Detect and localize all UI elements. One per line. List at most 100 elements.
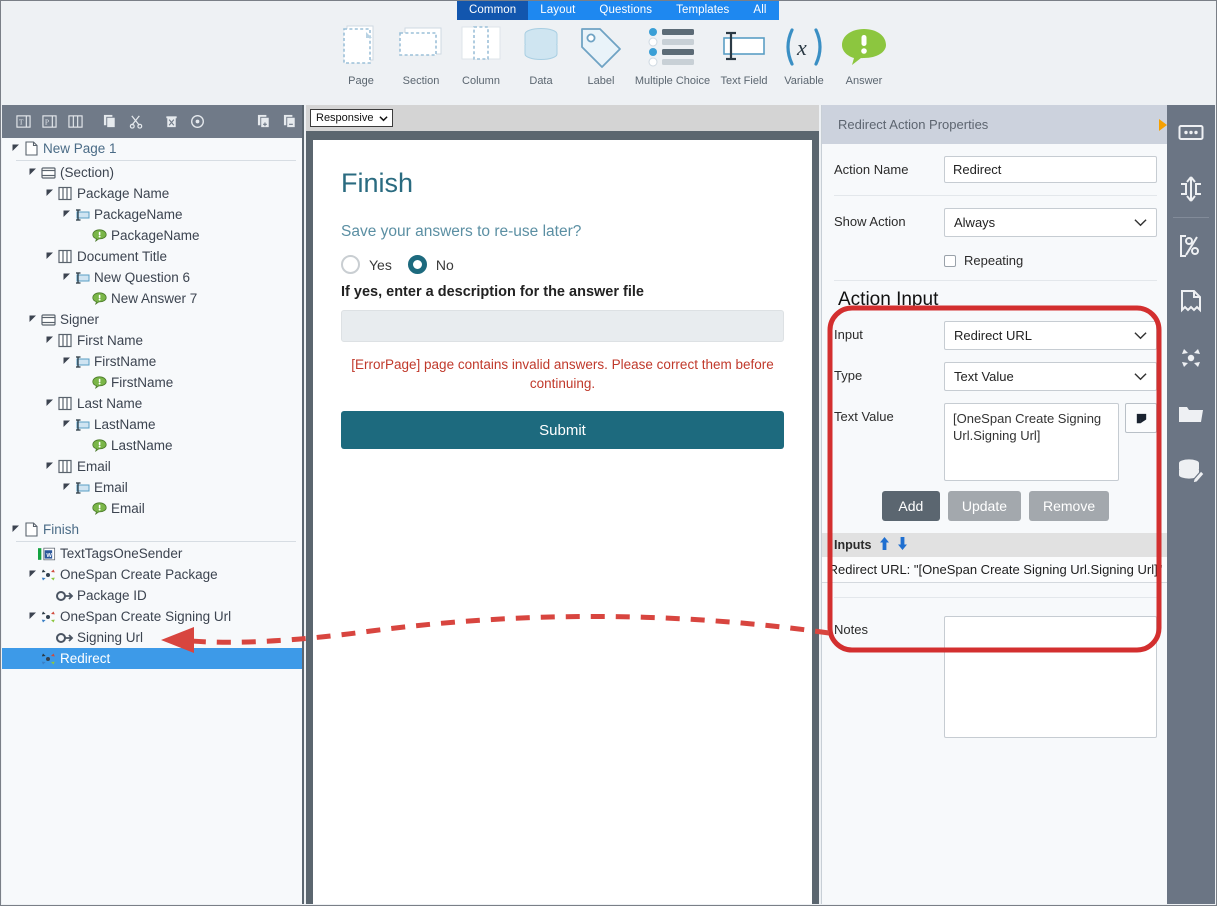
properties-panel-icon[interactable]: [1167, 105, 1215, 161]
info-icon[interactable]: [186, 111, 208, 133]
radio-no[interactable]: [407, 255, 427, 274]
tree-node[interactable]: W TextTagsOneSender: [2, 543, 302, 564]
notes-textarea[interactable]: [944, 616, 1157, 738]
update-button[interactable]: Update: [947, 491, 1021, 521]
input-select[interactable]: Redirect URL: [944, 321, 1157, 350]
ribbon-tab-questions[interactable]: Questions: [587, 1, 664, 20]
expand-collapse-caret-icon[interactable]: [27, 570, 38, 580]
tree-node[interactable]: New Question 6: [2, 267, 302, 288]
inputs-list[interactable]: Redirect URL: "[OneSpan Create Signing U…: [822, 557, 1169, 583]
tree-node[interactable]: Signing Url: [2, 627, 302, 648]
repeating-checkbox[interactable]: [944, 254, 956, 267]
ribbon-item-multiple-choice[interactable]: Multiple Choice: [631, 21, 714, 87]
expand-collapse-caret-icon[interactable]: [61, 483, 72, 493]
ribbon-tab-templates[interactable]: Templates: [664, 1, 741, 20]
submit-button[interactable]: Submit: [341, 411, 784, 449]
tree-node[interactable]: First Name: [2, 330, 302, 351]
input-label: Input: [834, 327, 863, 342]
tree-node[interactable]: PackageName: [2, 225, 302, 246]
action-name-input[interactable]: Redirect: [944, 156, 1157, 183]
expand-collapse-caret-icon[interactable]: [61, 420, 72, 430]
expand-collapse-caret-icon[interactable]: [61, 210, 72, 220]
type-select[interactable]: Text Value: [944, 362, 1157, 391]
variable-icon: x: [780, 21, 828, 73]
tree-node[interactable]: FirstName: [2, 351, 302, 372]
ribbon-item-data[interactable]: Data: [511, 21, 571, 87]
ribbon-item-label[interactable]: Label: [571, 21, 631, 87]
add-button[interactable]: Add: [881, 491, 940, 521]
tree-node[interactable]: Package Name: [2, 183, 302, 204]
tree-node[interactable]: Package ID: [2, 585, 302, 606]
expand-collapse-caret-icon[interactable]: [10, 144, 21, 154]
code-percent-icon[interactable]: [1167, 218, 1215, 274]
save-answers-radio-group[interactable]: Yes No: [341, 255, 784, 274]
expand-collapse-caret-icon[interactable]: [10, 525, 21, 535]
expand-collapse-caret-icon[interactable]: [27, 315, 38, 325]
tree-node[interactable]: LastName: [2, 435, 302, 456]
arrow-up-icon[interactable]: [879, 536, 890, 554]
tree-node[interactable]: Email: [2, 498, 302, 519]
device-mode-value: Responsive: [316, 112, 374, 124]
expand-collapse-caret-icon[interactable]: [44, 462, 55, 472]
expand-collapse-caret-icon[interactable]: [44, 399, 55, 409]
expand-collapse-caret-icon[interactable]: [27, 168, 38, 178]
inputs-list-item[interactable]: Redirect URL: "[OneSpan Create Signing U…: [822, 557, 1169, 583]
element-tree[interactable]: New Page 1 (Section) Package Name PackageNa…: [2, 138, 302, 904]
tree-node[interactable]: Finish: [2, 519, 302, 540]
tree-node[interactable]: (Section): [2, 162, 302, 183]
data-edit-icon[interactable]: [1167, 442, 1215, 498]
panel-collapse-caret[interactable]: [1159, 119, 1167, 131]
device-mode-select[interactable]: Responsive: [310, 109, 394, 127]
repeating-row[interactable]: Repeating: [822, 249, 1169, 280]
description-input[interactable]: [341, 310, 784, 342]
tree-node[interactable]: Document Title: [2, 246, 302, 267]
expand-collapse-caret-icon[interactable]: [44, 252, 55, 262]
cut-icon[interactable]: [125, 111, 147, 133]
tree-node[interactable]: Email: [2, 456, 302, 477]
actions-icon[interactable]: [1167, 330, 1215, 386]
ribbon-tab-common[interactable]: Common: [457, 1, 529, 20]
ribbon-item-column[interactable]: Column: [451, 21, 511, 87]
tree-node[interactable]: PackageName: [2, 204, 302, 225]
ribbon-item-page[interactable]: Page: [331, 21, 391, 87]
expand-collapse-caret-icon[interactable]: [27, 612, 38, 622]
ribbon-tab-layout[interactable]: Layout: [528, 1, 587, 20]
delete-icon[interactable]: [160, 111, 182, 133]
ribbon-item-variable[interactable]: x Variable: [774, 21, 834, 87]
document-icon[interactable]: [1167, 274, 1215, 330]
text-value-textarea[interactable]: [OneSpan Create Signing Url.Signing Url]: [944, 403, 1119, 481]
radio-yes[interactable]: [341, 255, 360, 274]
tree-node[interactable]: Redirect: [2, 648, 302, 669]
ribbon-tab-all[interactable]: All: [741, 1, 778, 20]
expand-collapse-caret-icon[interactable]: [61, 357, 72, 367]
expand-collapse-caret-icon[interactable]: [44, 189, 55, 199]
ribbon-item-section[interactable]: Section: [391, 21, 451, 87]
tree-node[interactable]: Email: [2, 477, 302, 498]
tree-node[interactable]: OneSpan Create Signing Url: [2, 606, 302, 627]
tree-node[interactable]: Signer: [2, 309, 302, 330]
arrow-down-icon[interactable]: [897, 536, 908, 554]
expand-all-icon[interactable]: [254, 111, 276, 133]
rules-icon[interactable]: [1167, 161, 1215, 217]
tree-node[interactable]: LastName: [2, 414, 302, 435]
ribbon-item-text-field[interactable]: Text Field: [714, 21, 774, 87]
copy-icon[interactable]: [99, 111, 121, 133]
table-layout-icon[interactable]: T: [12, 111, 34, 133]
tree-node[interactable]: Last Name: [2, 393, 302, 414]
columns-layout-icon[interactable]: [64, 111, 86, 133]
tree-node[interactable]: New Answer 7: [2, 288, 302, 309]
expand-collapse-caret-icon[interactable]: [61, 273, 72, 283]
tree-node[interactable]: New Page 1: [2, 138, 302, 159]
page-layout-icon[interactable]: P: [38, 111, 60, 133]
show-action-select[interactable]: Always: [944, 208, 1157, 237]
expand-collapse-caret-icon[interactable]: [44, 336, 55, 346]
collapse-all-icon[interactable]: [280, 111, 302, 133]
folder-icon[interactable]: [1167, 386, 1215, 442]
tree-node[interactable]: OneSpan Create Package: [2, 564, 302, 585]
tree-node-label: PackageName: [111, 228, 200, 243]
remove-button[interactable]: Remove: [1029, 491, 1110, 521]
flag-icon[interactable]: [1125, 403, 1157, 433]
ribbon-item-answer[interactable]: Answer: [834, 21, 894, 87]
tree-node[interactable]: FirstName: [2, 372, 302, 393]
